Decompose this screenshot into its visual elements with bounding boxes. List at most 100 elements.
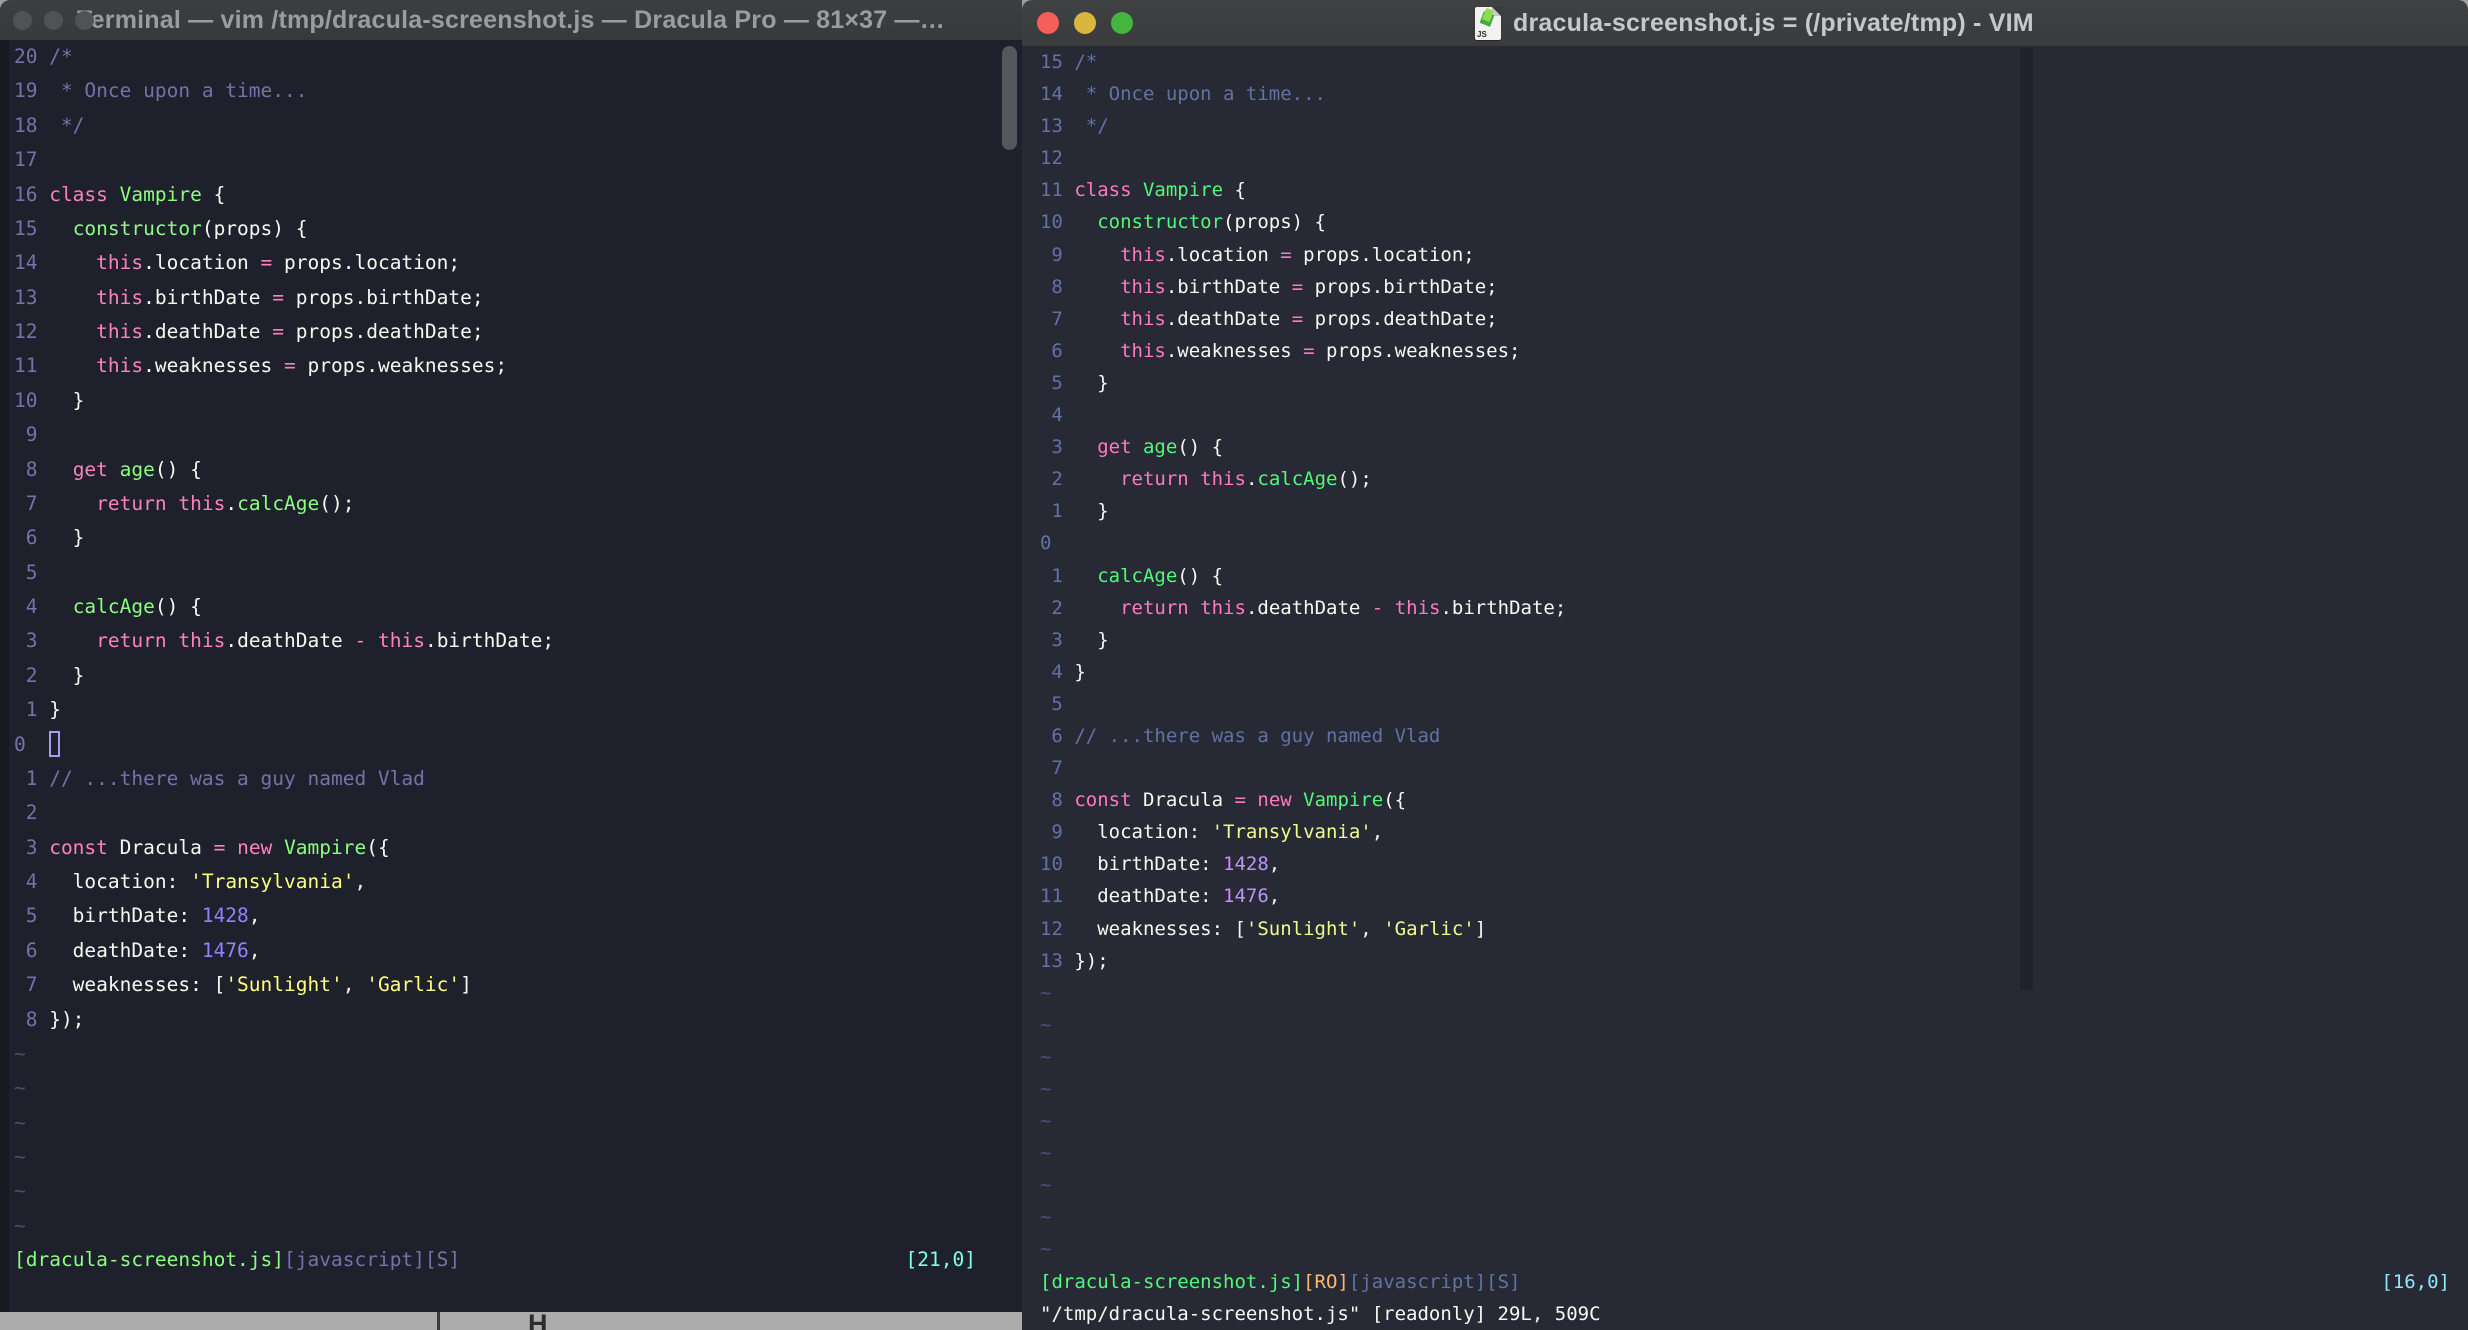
window-controls xyxy=(13,0,94,40)
buffer-line[interactable]: 12 weaknesses: ['Sunlight', 'Garlic'] xyxy=(1022,913,2468,945)
buffer-line[interactable]: 7 weaknesses: ['Sunlight', 'Garlic'] xyxy=(0,968,1022,1002)
buffer-line[interactable]: 4} xyxy=(1022,656,2468,688)
zoom-button[interactable] xyxy=(1111,12,1133,34)
buffer-line[interactable]: 11 class Vampire { xyxy=(1022,174,2468,206)
macvim-titlebar[interactable]: JS dracula-screenshot.js = (/private/tmp… xyxy=(1022,0,2468,47)
line-number: 0 xyxy=(1040,532,1052,555)
zoom-button[interactable] xyxy=(75,10,94,30)
buffer-line[interactable]: 14 * Once upon a time... xyxy=(1022,78,2468,110)
tilde-line: ~ xyxy=(14,1076,26,1100)
buffer-line[interactable]: 3 return this.deathDate - this.birthDate… xyxy=(0,624,1022,658)
buffer-line[interactable]: 7 return this.calcAge(); xyxy=(0,487,1022,521)
buffer-line[interactable]: 6 deathDate: 1476, xyxy=(0,934,1022,968)
buffer-line[interactable]: 6 this.weaknesses = props.weaknesses; xyxy=(1022,335,2468,367)
line-number: 4 xyxy=(25,595,38,618)
buffer-line[interactable]: 8 const Dracula = new Vampire({ xyxy=(1022,784,2468,816)
terminal-window: Terminal — vim /tmp/dracula-screenshot.j… xyxy=(0,0,1022,1312)
line-number: 3 xyxy=(1051,628,1063,651)
line-number: 10 xyxy=(14,388,38,412)
buffer-line[interactable]: 19 * Once upon a time... xyxy=(0,74,1022,108)
buffer-line[interactable]: 8 get age() { xyxy=(0,453,1022,487)
buffer-line[interactable]: 15/* xyxy=(1022,46,2468,78)
buffer-line[interactable]: 1} xyxy=(0,693,1022,727)
line-number: 14 xyxy=(1040,83,1063,106)
tilde-line: ~ xyxy=(14,1110,26,1134)
buffer-line[interactable]: 4 xyxy=(1022,399,2468,431)
close-button[interactable] xyxy=(13,10,32,30)
macvim-buffer[interactable]: 15/* 14 * Once upon a time... 13 */12 11 cla… xyxy=(1022,46,2468,1330)
buffer-line[interactable]: 13 this.birthDate = props.birthDate; xyxy=(0,281,1022,315)
line-number: 11 xyxy=(1040,179,1063,202)
buffer-line[interactable]: 11 deathDate: 1476, xyxy=(1022,880,2468,912)
minimize-button[interactable] xyxy=(1074,12,1096,34)
terminal-titlebar[interactable]: Terminal — vim /tmp/dracula-screenshot.j… xyxy=(0,0,1022,41)
buffer-line[interactable]: 6// ...there was a guy named Vlad xyxy=(1022,720,2468,752)
buffer-line[interactable]: 2 return this.calcAge(); xyxy=(1022,463,2468,495)
buffer-line[interactable]: 18 */ xyxy=(0,109,1022,143)
buffer-line[interactable]: 15 constructor(props) { xyxy=(0,212,1022,246)
buffer-line[interactable]: 4 calcAge() { xyxy=(0,590,1022,624)
buffer-line[interactable]: 2 } xyxy=(0,659,1022,693)
line-number: 6 xyxy=(25,526,38,550)
buffer-line[interactable]: 17 xyxy=(0,143,1022,177)
buffer-line[interactable]: 11 this.weaknesses = props.weaknesses; xyxy=(0,349,1022,383)
tilde-line: ~ xyxy=(1040,981,1052,1004)
buffer-line[interactable]: 0 xyxy=(1022,527,2468,559)
buffer-line[interactable]: 3 get age() { xyxy=(1022,431,2468,463)
tilde-line: ~ xyxy=(14,1213,26,1237)
line-number: 10 xyxy=(1040,211,1063,234)
buffer-line[interactable]: 9 location: 'Transylvania', xyxy=(1022,816,2468,848)
terminal-scrollbar-thumb[interactable] xyxy=(1002,46,1017,150)
buffer-line[interactable]: 5 } xyxy=(1022,367,2468,399)
buffer-line[interactable]: 8 this.birthDate = props.birthDate; xyxy=(1022,271,2468,303)
vim-cursor xyxy=(49,730,61,757)
buffer-line[interactable]: 10 constructor(props) { xyxy=(1022,206,2468,238)
buffer-line[interactable]: 5 xyxy=(0,556,1022,590)
line-number: 9 xyxy=(1051,243,1063,266)
buffer-line[interactable]: 5 xyxy=(1022,688,2468,720)
minimize-button[interactable] xyxy=(44,10,63,30)
buffer-line[interactable]: 8}); xyxy=(0,1003,1022,1037)
buffer-line[interactable]: 13}); xyxy=(1022,945,2468,977)
buffer-line[interactable]: 7 xyxy=(1022,752,2468,784)
buffer-line[interactable]: 1 calcAge() { xyxy=(1022,560,2468,592)
buffer-line[interactable]: 10 birthDate: 1428, xyxy=(1022,848,2468,880)
buffer-line[interactable]: 3 } xyxy=(1022,624,2468,656)
buffer-line[interactable]: 0 xyxy=(0,728,1022,762)
line-number: 1 xyxy=(25,698,38,722)
terminal-vim-buffer[interactable]: 20/* 19 * Once upon a time... 18 */17 16 cla… xyxy=(0,40,1022,1312)
tilde-line: ~ xyxy=(14,1041,26,1065)
buffer-line[interactable]: 12 this.deathDate = props.deathDate; xyxy=(0,315,1022,349)
line-number: 1 xyxy=(25,766,38,790)
buffer-line[interactable]: 20/* xyxy=(0,40,1022,74)
macvim-window: JS dracula-screenshot.js = (/private/tmp… xyxy=(1022,0,2468,1330)
buffer-line[interactable]: 2 xyxy=(0,796,1022,830)
macvim-scrollbar[interactable] xyxy=(2020,48,2033,990)
line-number: 2 xyxy=(25,801,38,825)
buffer-line[interactable]: 2 return this.deathDate - this.birthDate… xyxy=(1022,592,2468,624)
background-window-text-fragment: H xyxy=(528,1312,548,1330)
line-number: 8 xyxy=(25,1007,38,1031)
buffer-line[interactable]: 9 xyxy=(0,418,1022,452)
line-number: 3 xyxy=(25,629,38,653)
buffer-line[interactable]: 1// ...there was a guy named Vlad xyxy=(0,762,1022,796)
close-button[interactable] xyxy=(1037,12,1059,34)
buffer-line[interactable]: 13 */ xyxy=(1022,110,2468,142)
buffer-line[interactable]: 4 location: 'Transylvania', xyxy=(0,865,1022,899)
buffer-line[interactable]: 10 } xyxy=(0,384,1022,418)
buffer-line[interactable]: 9 this.location = props.location; xyxy=(1022,239,2468,271)
line-number: 1 xyxy=(1051,500,1063,523)
buffer-line[interactable]: 12 xyxy=(1022,142,2468,174)
buffer-line[interactable]: 7 this.deathDate = props.deathDate; xyxy=(1022,303,2468,335)
line-number: 5 xyxy=(25,560,38,584)
buffer-line[interactable]: 16 class Vampire { xyxy=(0,178,1022,212)
buffer-line[interactable]: 6 } xyxy=(0,521,1022,555)
buffer-line[interactable]: 5 birthDate: 1428, xyxy=(0,899,1022,933)
buffer-line[interactable]: 1 } xyxy=(1022,495,2468,527)
buffer-line[interactable]: 3 const Dracula = new Vampire({ xyxy=(0,831,1022,865)
line-number: 12 xyxy=(1040,917,1063,940)
line-number: 5 xyxy=(1051,692,1063,715)
buffer-line[interactable]: 14 this.location = props.location; xyxy=(0,246,1022,280)
line-number: 9 xyxy=(25,423,38,447)
line-number: 3 xyxy=(25,835,38,859)
